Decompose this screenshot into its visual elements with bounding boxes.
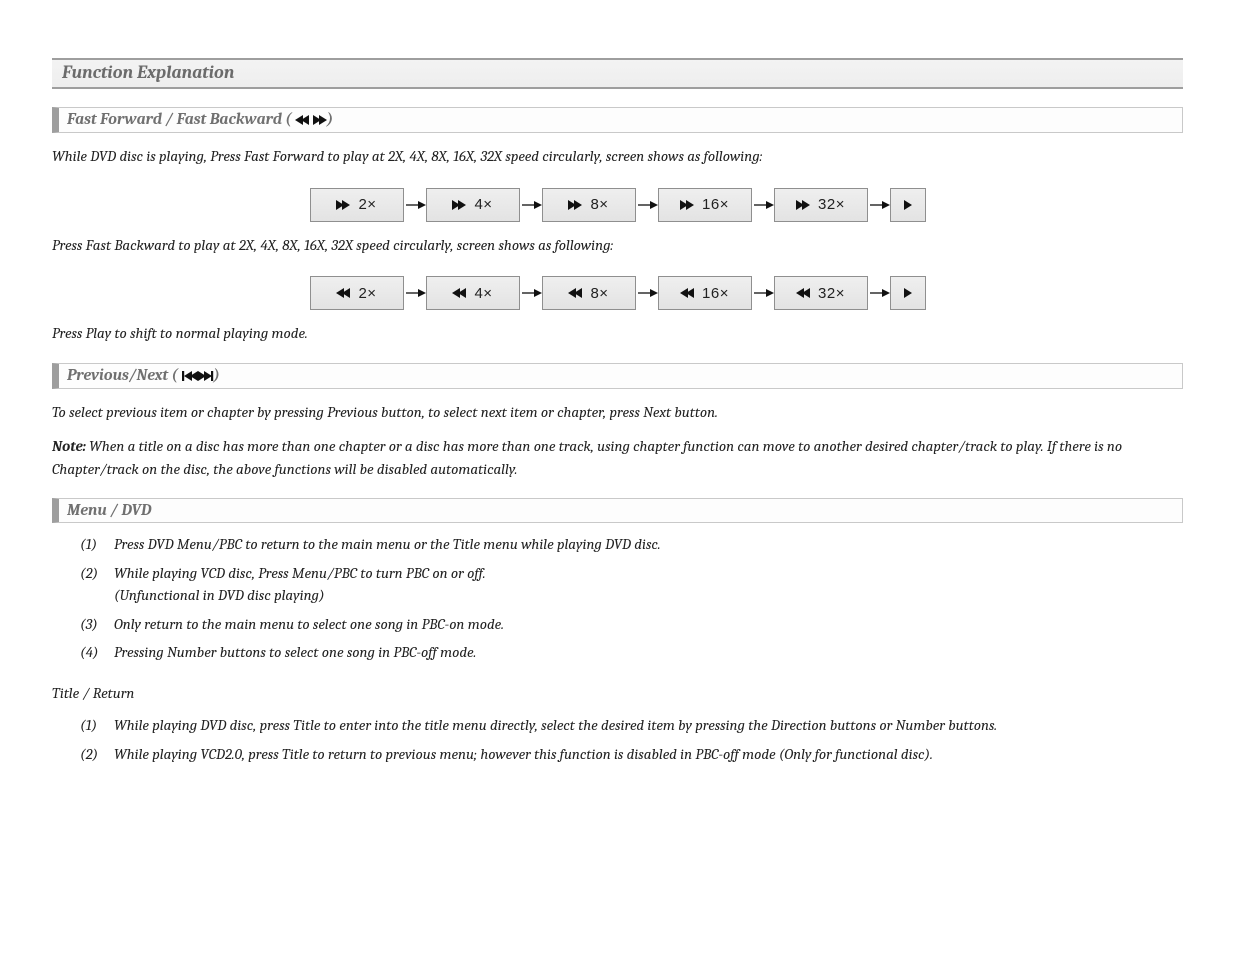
arrow-right-icon (868, 200, 890, 210)
fb-chip-4x: 4× (426, 276, 520, 310)
list-text: Only return to the main menu to select o… (114, 613, 504, 636)
list-text: Press DVD Menu/PBC to return to the main… (114, 533, 661, 556)
paren-close: ) (214, 366, 220, 384)
list-num: (4) (80, 641, 104, 664)
page-title: Function Explanation (52, 58, 1183, 89)
section-title-menu: Menu / DVD (52, 498, 1183, 523)
arrow-right-icon (636, 200, 658, 210)
arrow-right-icon (520, 288, 542, 298)
speed-label: 16× (702, 196, 729, 213)
fast-forward-icon (313, 111, 327, 129)
fast-backward-icon (336, 288, 350, 298)
ff-chip-32x: 32× (774, 188, 868, 222)
play-icon (904, 200, 912, 210)
fast-backward-icon (796, 288, 810, 298)
list-item: (1) While playing DVD disc, press Title … (80, 714, 1183, 737)
list-text: While playing VCD disc, Press Menu/PBC t… (114, 564, 486, 582)
menu-list: (1) Press DVD Menu/PBC to return to the … (52, 533, 1183, 664)
list-text: While playing DVD disc, press Title to e… (114, 714, 997, 737)
list-num: (1) (80, 533, 104, 556)
section-title-fast: Fast Forward / Fast Backward ( ) (52, 107, 1183, 133)
fb-chip-16x: 16× (658, 276, 752, 310)
speed-label: 4× (474, 285, 492, 302)
speed-label: 4× (474, 196, 492, 213)
speed-label: 8× (590, 285, 608, 302)
paragraph: While DVD disc is playing, Press Fast Fo… (52, 145, 1183, 168)
ff-chip-4x: 4× (426, 188, 520, 222)
fast-forward-icon (336, 200, 350, 210)
note-label: Note: (52, 437, 86, 455)
ff-chip-2x: 2× (310, 188, 404, 222)
note-paragraph: Note: When a title on a disc has more th… (52, 435, 1183, 480)
list-item: (1) Press DVD Menu/PBC to return to the … (80, 533, 1183, 556)
section-title-text: Previous/Next ( (67, 366, 178, 384)
fb-chip-32x: 32× (774, 276, 868, 310)
ff-chip-8x: 8× (542, 188, 636, 222)
arrow-right-icon (752, 288, 774, 298)
fast-forward-icon (796, 200, 810, 210)
paren-close: ) (327, 110, 333, 128)
list-num: (2) (80, 743, 104, 766)
fast-forward-icon (680, 200, 694, 210)
fb-chip-2x: 2× (310, 276, 404, 310)
speed-label: 32× (818, 196, 845, 213)
arrow-right-icon (752, 200, 774, 210)
fast-backward-icon (680, 288, 694, 298)
list-num: (1) (80, 714, 104, 737)
subheading-title-return: Title / Return (52, 682, 1183, 705)
list-item: (2) While playing VCD disc, Press Menu/P… (80, 562, 1183, 607)
next-icon (198, 367, 214, 385)
speed-label: 2× (358, 196, 376, 213)
arrow-right-icon (404, 200, 426, 210)
ff-chip-16x: 16× (658, 188, 752, 222)
list-item: (4) Pressing Number buttons to select on… (80, 641, 1183, 664)
list-num: (3) (80, 613, 104, 636)
previous-icon (182, 367, 198, 385)
arrow-right-icon (404, 288, 426, 298)
list-text2: (Unfunctional in DVD disc playing) (114, 586, 325, 604)
play-chip (890, 276, 926, 310)
fast-forward-icon (568, 200, 582, 210)
speed-label: 32× (818, 285, 845, 302)
play-chip (890, 188, 926, 222)
paragraph: Press Play to shift to normal playing mo… (52, 322, 1183, 345)
note-body: When a title on a disc has more than one… (52, 437, 1122, 478)
arrow-right-icon (520, 200, 542, 210)
speed-label: 8× (590, 196, 608, 213)
play-icon (904, 288, 912, 298)
arrow-right-icon (868, 288, 890, 298)
section-title-prevnext: Previous/Next ( ) (52, 363, 1183, 389)
list-text: While playing VCD2.0, press Title to ret… (114, 743, 933, 766)
fast-backward-icon (295, 111, 309, 129)
section-title-text: Fast Forward / Fast Backward ( (67, 110, 292, 128)
fast-backward-icon (452, 288, 466, 298)
fb-chip-8x: 8× (542, 276, 636, 310)
list-item: (2) While playing VCD2.0, press Title to… (80, 743, 1183, 766)
fast-backward-flow: 2× 4× 8× 16× 32× (52, 276, 1183, 310)
arrow-right-icon (636, 288, 658, 298)
paragraph: To select previous item or chapter by pr… (52, 401, 1183, 424)
list-item: (3) Only return to the main menu to sele… (80, 613, 1183, 636)
speed-label: 2× (358, 285, 376, 302)
speed-label: 16× (702, 285, 729, 302)
fast-forward-icon (452, 200, 466, 210)
paragraph: Press Fast Backward to play at 2X, 4X, 8… (52, 234, 1183, 257)
list-text: Pressing Number buttons to select one so… (114, 641, 476, 664)
list-num: (2) (80, 562, 104, 607)
title-return-list: (1) While playing DVD disc, press Title … (52, 714, 1183, 765)
fast-forward-flow: 2× 4× 8× 16× 32× (52, 188, 1183, 222)
fast-backward-icon (568, 288, 582, 298)
